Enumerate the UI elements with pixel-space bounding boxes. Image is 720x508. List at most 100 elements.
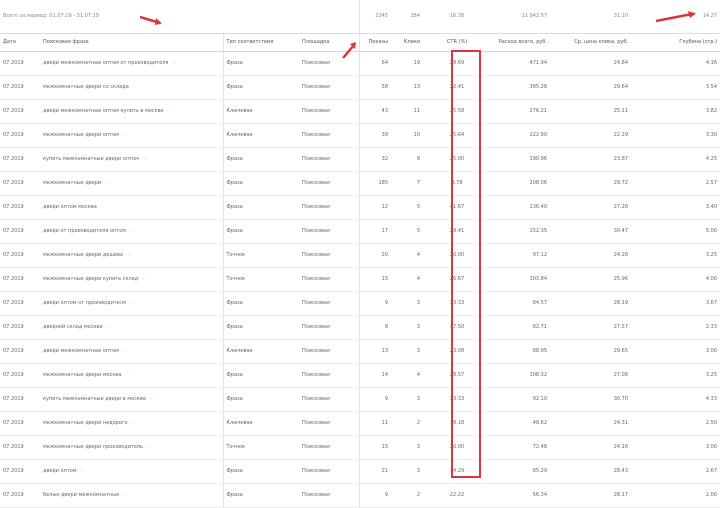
cell-spend: 97.12 (491, 243, 551, 268)
cell-avg-cpc: 27.28 (550, 195, 632, 220)
cell-phrase-text[interactable]: межкомнатные двери москва (43, 372, 121, 378)
cell-match-type: Фраза (222, 483, 299, 508)
more-icon[interactable]: ··· (149, 396, 154, 402)
more-icon[interactable]: ··· (106, 324, 111, 330)
cell-date: 07.2019 (0, 267, 40, 292)
cell-phrase-text[interactable]: межкомнатные двери недорого (43, 420, 128, 426)
cell-spend-text: 276.21 (529, 108, 548, 114)
cell-clicks: 19 (391, 51, 424, 76)
cell-phrase-text[interactable]: межкомнатные двери дешево (43, 252, 123, 258)
cell-depth-text: 4.33 (705, 396, 718, 402)
cell-phrase-text[interactable]: дверной склад москва (43, 324, 103, 330)
cell-phrase-text[interactable]: двери межкомнатные оптом (43, 348, 119, 354)
more-icon[interactable]: ··· (142, 156, 147, 162)
cell-clicks: 5 (391, 219, 424, 244)
summary-row: Всего за период: 01.07.19 - 31.07.19 234… (0, 0, 720, 34)
col-placement[interactable]: Площадка (299, 33, 360, 52)
more-icon[interactable]: ··· (100, 204, 105, 210)
cell-phrase-text[interactable]: межкомнатные двери оптом (43, 132, 119, 138)
cell-placement: Поисковая (299, 435, 360, 460)
more-icon[interactable]: ··· (129, 300, 134, 306)
more-icon[interactable]: ··· (122, 348, 127, 354)
more-icon[interactable]: ··· (80, 468, 85, 474)
col-match-type[interactable]: Тип соответствия (222, 33, 299, 52)
cell-phrase-text[interactable]: двери оптом от производителя (43, 300, 126, 306)
col-phrase[interactable]: Поисковая фраза (40, 33, 223, 52)
col-ctr[interactable]: CTR (%) (423, 33, 492, 52)
cell-placement-text: Поисковая (302, 60, 330, 66)
cell-avg-cpc: 24.84 (550, 51, 632, 76)
cell-depth: 2.00 (631, 483, 720, 508)
cell-match-type-text: Фраза (226, 468, 243, 474)
cell-spend: 82.71 (491, 315, 551, 340)
cell-phrase-text[interactable]: межкомнатные двери (43, 180, 101, 186)
summary-avg-cpc: 31.10 (550, 0, 632, 34)
col-date[interactable]: Дата (0, 33, 40, 52)
more-icon[interactable]: ··· (171, 60, 176, 66)
cell-shows-text: 8 (384, 324, 389, 330)
more-icon[interactable]: ··· (132, 84, 137, 90)
cell-depth-text: 2.00 (705, 492, 718, 498)
cell-spend-text: 82.71 (532, 324, 548, 330)
cell-shows: 17 (358, 219, 392, 244)
more-icon[interactable]: ··· (124, 372, 129, 378)
cell-placement: Поисковая (299, 99, 360, 124)
more-icon[interactable]: ··· (167, 108, 172, 114)
header-row: Дата Поисковая фраза Тип соответствия Пл… (0, 33, 720, 52)
cell-phrase-text[interactable]: купить межкомнатные двери оптом (43, 156, 139, 162)
cell-phrase-text[interactable]: двери межкомнатные оптом от производител… (43, 60, 168, 66)
cell-clicks: 3 (391, 387, 424, 412)
cell-avg-cpc-text: 28.17 (613, 492, 629, 498)
col-avg-cpc[interactable]: Ср. цена клика, руб. (550, 33, 632, 52)
cell-date-text: 07.2019 (3, 228, 24, 234)
col-spend[interactable]: Расход всего, руб. (491, 33, 551, 52)
cell-placement-text: Поисковая (302, 348, 330, 354)
cell-placement-text: Поисковая (302, 156, 330, 162)
more-icon[interactable]: ··· (129, 228, 134, 234)
col-shows[interactable]: Показы (358, 33, 392, 52)
cell-clicks-text: 4 (416, 276, 421, 282)
cell-ctr-text: 14.29 (449, 468, 465, 474)
cell-date: 07.2019 (0, 219, 40, 244)
cell-shows-text: 39 (381, 132, 389, 138)
cell-ctr: 26.67 (423, 267, 492, 292)
cell-phrase-text[interactable]: двери от производителя оптом (43, 228, 126, 234)
more-icon[interactable]: ··· (122, 132, 127, 138)
cell-clicks-text: 3 (416, 348, 421, 354)
cell-phrase-text[interactable]: межкомнатные двери производитель (43, 444, 143, 450)
cell-phrase-text[interactable]: двери оптом москва (43, 204, 97, 210)
cell-avg-cpc: 25.11 (550, 99, 632, 124)
more-icon[interactable]: ··· (126, 252, 131, 258)
more-icon[interactable]: ··· (104, 180, 109, 186)
cell-avg-cpc-text: 23.87 (613, 156, 629, 162)
cell-avg-cpc-text: 25.96 (613, 276, 629, 282)
col-depth[interactable]: Глубина (стр.) (631, 33, 720, 52)
cell-date: 07.2019 (0, 339, 40, 364)
cell-spend: 48.62 (491, 411, 551, 436)
cell-phrase-text[interactable]: двери оптом (43, 468, 77, 474)
cell-phrase-text[interactable]: белые двери межкомнатные (43, 492, 119, 498)
cell-phrase-text[interactable]: двери межкомнатные оптом купить в москве (43, 108, 164, 114)
col-clicks[interactable]: Клики (391, 33, 424, 52)
cell-date-text: 07.2019 (3, 324, 24, 330)
cell-date: 07.2019 (0, 315, 40, 340)
more-icon[interactable]: ··· (131, 420, 136, 426)
cell-match-type-text: Фраза (226, 324, 243, 330)
cell-date-text: 07.2019 (3, 156, 24, 162)
more-icon[interactable]: ··· (122, 492, 127, 498)
cell-avg-cpc-text: 27.08 (613, 372, 629, 378)
cell-date: 07.2019 (0, 363, 40, 388)
cell-placement-text: Поисковая (302, 228, 330, 234)
cell-phrase-text[interactable]: межкомнатные двери купить склад (43, 276, 138, 282)
cell-phrase-text[interactable]: межкомнатные двери со склада (43, 84, 129, 90)
more-icon[interactable]: ··· (146, 444, 151, 450)
cell-spend-text: 152.35 (529, 228, 548, 234)
cell-clicks-text: 19 (413, 60, 421, 66)
cell-phrase-text[interactable]: купить межкомнатные двери в москве (43, 396, 146, 402)
cell-phrase: купить межкомнатные двери в москве ··· (40, 387, 223, 412)
cell-date: 07.2019 (0, 195, 40, 220)
cell-phrase: межкомнатные двери оптом ··· (40, 123, 223, 148)
table-row: 07.2019 купить межкомнатные двери оптом ··… (0, 147, 720, 172)
table-row: 07.2019 двери межкомнатные оптом ··· Ключев… (0, 339, 720, 364)
more-icon[interactable]: ··· (141, 276, 146, 282)
